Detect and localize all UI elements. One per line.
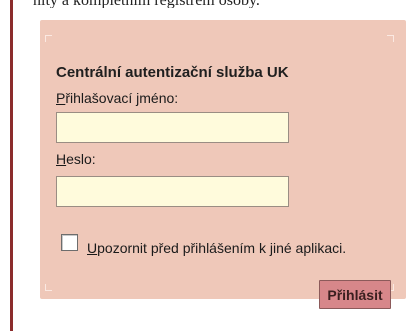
login-button[interactable]: Přihlásit [319, 280, 391, 309]
username-label: Přihlašovací jméno: [56, 90, 178, 106]
panel-corner-top-right [387, 35, 394, 42]
clipped-header-text: nity a kompletním registrem osoby. [33, 0, 406, 8]
password-input[interactable] [56, 176, 289, 207]
warn-checkbox-label[interactable]: Upozornit před přihlášením k jiné aplika… [87, 240, 346, 256]
warn-checkbox[interactable] [61, 234, 78, 251]
login-title: Centrální autentizační služba UK [56, 64, 289, 81]
password-label-accesskey: H [56, 151, 67, 167]
panel-corner-top-left [45, 35, 52, 42]
panel-corner-bottom-left [45, 284, 52, 291]
left-divider [10, 0, 13, 331]
warn-label-text: pozornit před přihlášením k jiné aplikac… [97, 240, 347, 256]
login-panel: Centrální autentizační služba UK Přihlaš… [40, 20, 406, 309]
username-input[interactable] [56, 112, 289, 143]
warn-label-accesskey: U [87, 240, 98, 256]
password-label: Heslo: [56, 151, 96, 167]
username-label-accesskey: P [56, 90, 66, 106]
password-label-text: eslo: [66, 151, 96, 167]
username-label-text: řihlašovací jméno: [65, 90, 179, 106]
